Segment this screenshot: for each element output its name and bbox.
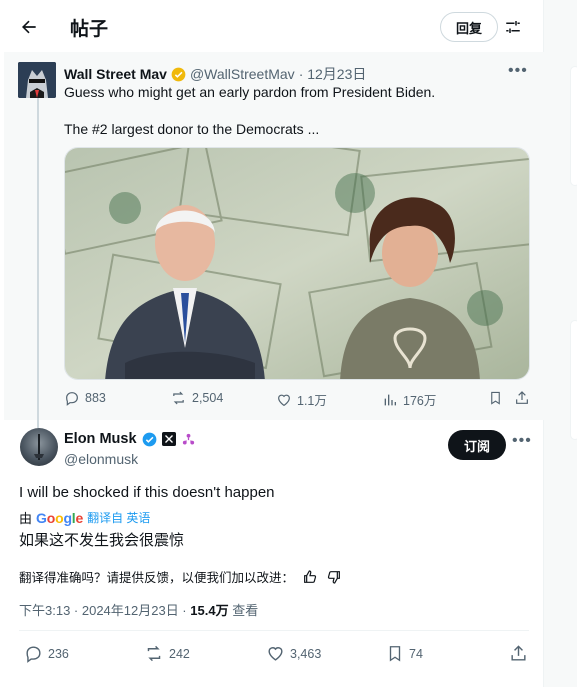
thread-line — [37, 96, 39, 428]
tweet-timestamp[interactable]: 下午3:13 · 2024年12月23日 · — [19, 603, 187, 618]
rocket-avatar-icon — [34, 434, 44, 460]
thumbs-up-icon[interactable] — [302, 569, 318, 585]
reply-button[interactable]: 回复 — [440, 12, 498, 42]
like-action[interactable]: 1.1万 — [276, 390, 327, 409]
share-icon — [516, 391, 528, 404]
repost-action[interactable]: 2,504 — [170, 390, 223, 406]
main-column: 帖子 回复 Wall Street Mav @WallStreetMav · 1… — [4, 0, 544, 687]
parent-tweet-header: Wall Street Mav @WallStreetMav · 12月23日 — [64, 64, 366, 84]
tweet-text-line2: The #2 largest donor to the Democrats ..… — [64, 121, 320, 137]
bookmark-icon — [389, 646, 401, 662]
repost-icon — [173, 391, 184, 405]
verified-blue-icon — [142, 432, 156, 446]
wolf-avatar-icon — [18, 62, 56, 98]
sidebar-card — [570, 66, 577, 186]
feedback-prompt: 翻译得准确吗？请提供反馈，以便我们加以改进： — [19, 571, 295, 585]
thumbs-down-icon[interactable] — [326, 569, 342, 585]
like-action[interactable]: 3,463 — [266, 644, 321, 663]
reply-action[interactable]: 236 — [24, 644, 69, 663]
bookmark-icon — [491, 391, 500, 405]
like-count: 1.1万 — [297, 394, 327, 408]
avatar[interactable] — [18, 62, 56, 98]
government-badge-icon — [182, 433, 194, 444]
reply-count: 236 — [48, 646, 69, 661]
tweet-image[interactable] — [64, 147, 530, 380]
more-options-icon[interactable]: ••• — [508, 62, 528, 80]
heart-icon — [278, 394, 290, 406]
translated-text: 如果这不发生我会很震惊 — [19, 532, 185, 549]
views-count: 176万 — [403, 394, 437, 408]
reply-icon — [66, 392, 78, 406]
heart-icon — [268, 647, 283, 661]
sidebar-card — [570, 320, 577, 440]
arrow-left-icon — [22, 20, 36, 34]
bookmark-action[interactable]: 74 — [386, 644, 423, 663]
repost-count: 242 — [169, 646, 190, 661]
right-sidebar-edge — [544, 0, 577, 687]
google-logo: Google — [36, 509, 84, 526]
tweet-date[interactable]: · 12月23日 — [299, 64, 367, 84]
reply-count: 883 — [85, 391, 106, 405]
like-count: 3,463 — [290, 646, 322, 661]
divider — [19, 630, 529, 631]
back-button[interactable] — [14, 12, 44, 42]
x-affiliate-icon — [161, 432, 176, 446]
share-icon — [511, 645, 526, 661]
views-label: 查看 — [232, 603, 259, 618]
translated-from-link[interactable]: 翻译自 英语 — [87, 509, 150, 526]
author-name[interactable]: Elon Musk — [64, 431, 137, 447]
translated-by-prefix: 由 — [19, 511, 33, 526]
page-title: 帖子 — [70, 19, 109, 40]
author-handle[interactable]: @elonmusk — [64, 451, 138, 467]
share-action[interactable] — [514, 390, 530, 406]
tweet-meta: 下午3:13 · 2024年12月23日 · 15.4万 查看 — [19, 600, 258, 619]
tweet-text: I will be shocked if this doesn't happen — [19, 484, 275, 501]
page-header: 帖子 回复 — [4, 0, 544, 52]
verified-gold-icon — [171, 67, 186, 81]
reply-action[interactable]: 883 — [64, 390, 106, 406]
bookmark-count: 74 — [409, 646, 423, 661]
bookmark-action[interactable] — [488, 390, 503, 406]
repost-icon — [147, 645, 161, 662]
sliders-icon — [506, 21, 520, 33]
views-icon — [384, 394, 396, 405]
more-options-icon[interactable]: ••• — [512, 432, 532, 450]
translation-feedback: 翻译得准确吗？请提供反馈，以便我们加以改进： — [19, 567, 342, 586]
share-action[interactable] — [509, 644, 528, 663]
reply-icon — [26, 646, 41, 663]
repost-action[interactable]: 242 — [144, 644, 190, 663]
settings-button[interactable] — [500, 14, 526, 40]
subscribe-button[interactable]: 订阅 — [448, 430, 506, 460]
author-name[interactable]: Wall Street Mav — [64, 66, 167, 82]
money-background-image — [65, 148, 529, 379]
views-action[interactable]: 176万 — [382, 390, 436, 409]
avatar[interactable] — [20, 428, 58, 466]
main-tweet-header: Elon Musk — [64, 431, 196, 447]
repost-count: 2,504 — [192, 391, 224, 405]
main-tweet-actions: 236 242 3,463 74 — [19, 644, 534, 666]
views-count: 15.4万 — [190, 603, 229, 618]
translation-attribution: 由 Google 翻译自 英语 — [19, 508, 150, 527]
tweet-text: Guess who might get an early pardon from… — [64, 84, 436, 100]
parent-tweet-actions: 883 2,504 1.1万 176万 — [64, 390, 534, 412]
author-handle[interactable]: @WallStreetMav — [190, 66, 295, 82]
